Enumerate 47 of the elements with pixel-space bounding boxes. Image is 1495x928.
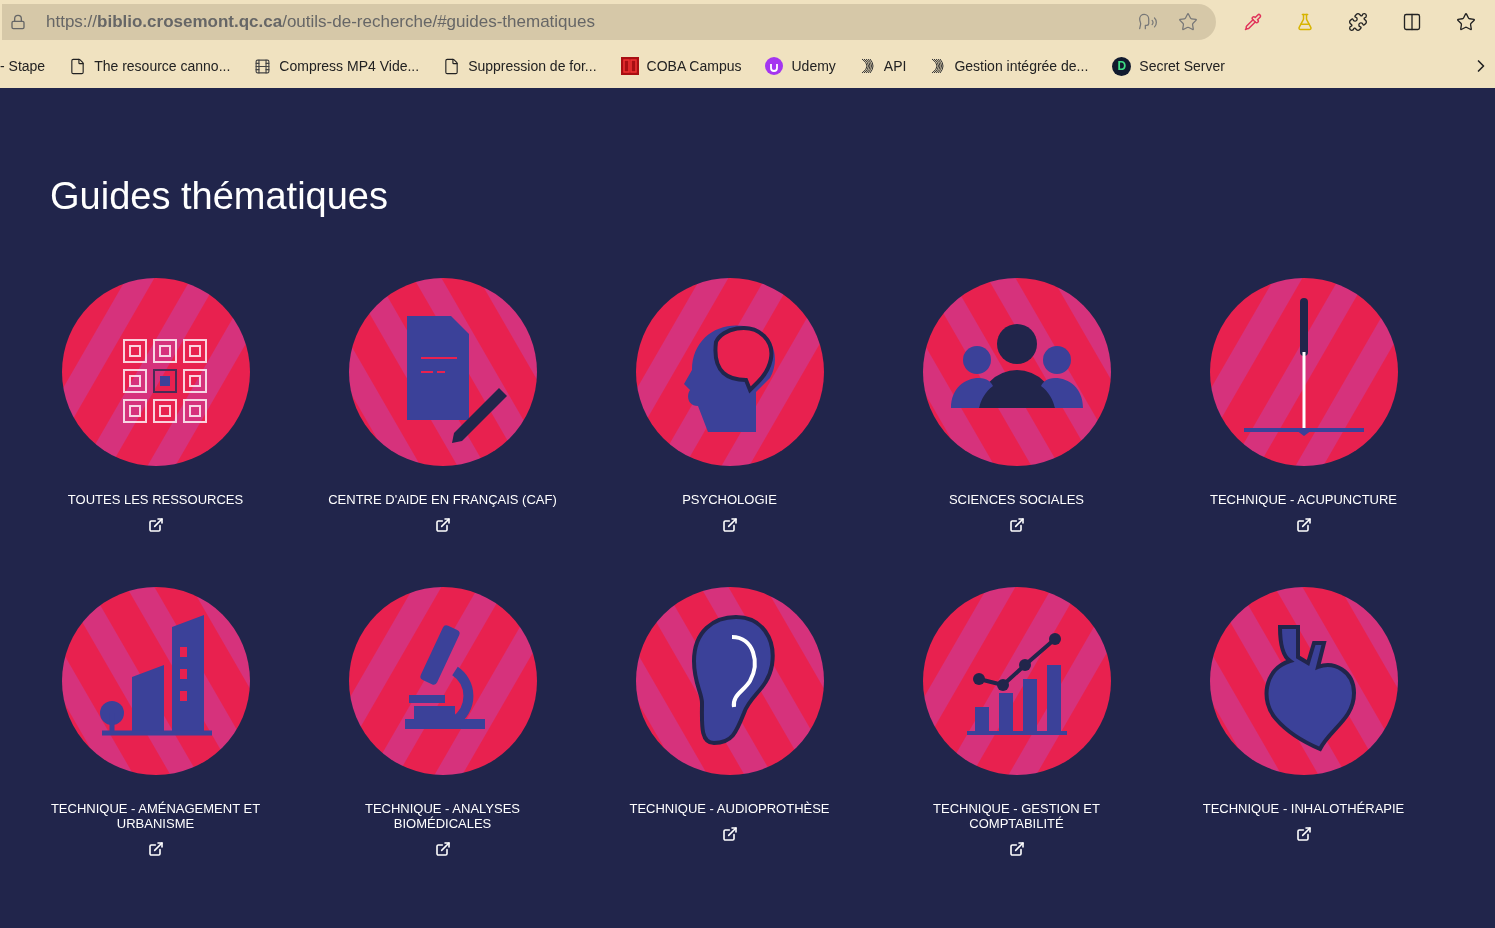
swirl-logo-icon — [930, 58, 947, 74]
bookmark-link[interactable]: D Secret Server — [1112, 55, 1225, 77]
coba-logo-icon — [620, 57, 639, 75]
extensions-icon[interactable] — [1348, 12, 1368, 32]
address-bar[interactable]: https://biblio.crosemont.qc.ca/outils-de-recherche/#guides-thematiques — [2, 4, 1216, 40]
bookmark-link[interactable]: API — [859, 55, 907, 77]
external-link-icon[interactable] — [1008, 841, 1025, 857]
favorite-star-icon[interactable] — [1178, 12, 1198, 32]
external-link-icon[interactable] — [721, 826, 738, 842]
guide-title-link[interactable]: TECHNIQUE - INHALOTHÉRAPIE — [1178, 801, 1429, 816]
guide-title-link[interactable]: SCIENCES SOCIALES — [891, 492, 1142, 507]
guide-title-link[interactable]: TECHNIQUE - GESTION ET COMPTABILITÉ — [891, 801, 1142, 831]
split-screen-icon[interactable] — [1402, 12, 1422, 32]
bookmark-link[interactable]: Compress MP4 Vide... — [254, 55, 420, 77]
guide-title-link[interactable]: TOUTES LES RESSOURCES — [30, 492, 281, 507]
film-icon — [254, 57, 272, 75]
udemy-logo-icon — [765, 57, 784, 75]
page-icon — [443, 57, 461, 75]
external-link-icon[interactable] — [434, 517, 451, 533]
external-link-icon[interactable] — [434, 841, 451, 857]
bookmark-link[interactable]: Suppression de for... — [443, 55, 597, 77]
eyedropper-icon[interactable] — [1244, 13, 1262, 31]
bookmark-link[interactable]: COBA Campus — [620, 55, 742, 77]
page-heading: Guides thématiques — [50, 174, 389, 218]
page-icon — [69, 57, 87, 75]
guide-title-link[interactable]: PSYCHOLOGIE — [604, 492, 855, 507]
read-aloud-icon[interactable] — [1138, 12, 1158, 32]
bookmark-link[interactable]: Gestion intégrée de... — [930, 55, 1089, 77]
guide-title-link[interactable]: TECHNIQUE - ACUPUNCTURE — [1178, 492, 1429, 507]
guide-title-link[interactable]: TECHNIQUE - AMÉNAGEMENT ET URBANISME — [30, 801, 281, 831]
external-link-icon[interactable] — [147, 841, 164, 857]
external-link-icon[interactable] — [721, 517, 738, 533]
guide-title-link[interactable]: TECHNIQUE - AUDIOPROTHÈSE — [604, 801, 855, 816]
lock-icon — [10, 14, 26, 30]
external-link-icon[interactable] — [147, 517, 164, 533]
bookmark-link[interactable]: The resource canno... — [69, 55, 231, 77]
external-link-icon[interactable] — [1008, 517, 1025, 533]
external-link-icon[interactable] — [1295, 517, 1312, 533]
external-link-icon[interactable] — [1295, 826, 1312, 842]
swirl-logo-icon — [859, 58, 876, 74]
bookmark-link[interactable]: - Stape — [0, 55, 46, 77]
guide-title-link[interactable]: CENTRE D'AIDE EN FRANÇAIS (CAF) — [317, 492, 568, 507]
bookmark-link[interactable]: Udemy — [765, 55, 836, 77]
url-text: https://biblio.crosemont.qc.ca/outils-de-recherche/#guides-thematiques — [46, 11, 595, 34]
favorites-icon[interactable] — [1456, 12, 1476, 32]
secret-server-logo-icon: D — [1112, 56, 1132, 76]
guide-title-link[interactable]: TECHNIQUE - ANALYSES BIOMÉDICALES — [317, 801, 568, 831]
